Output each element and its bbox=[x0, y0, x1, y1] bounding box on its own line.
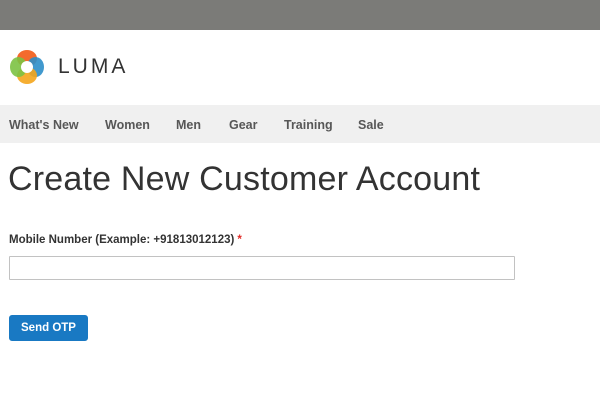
top-bar bbox=[0, 0, 600, 30]
main-nav: What's New Women Men Gear Training Sale bbox=[0, 105, 600, 143]
logo-link[interactable]: LUMA bbox=[9, 49, 128, 85]
site-header: LUMA bbox=[0, 30, 600, 105]
mobile-number-input[interactable] bbox=[9, 256, 515, 280]
logo-text: LUMA bbox=[58, 55, 129, 78]
mobile-number-label: Mobile Number (Example: +91813012123) * bbox=[9, 234, 242, 246]
nav-item-men[interactable]: Men bbox=[176, 118, 201, 132]
nav-item-whats-new[interactable]: What's New bbox=[9, 118, 79, 132]
luma-logo-icon bbox=[10, 50, 44, 84]
nav-item-women[interactable]: Women bbox=[105, 118, 150, 132]
nav-item-sale[interactable]: Sale bbox=[358, 118, 384, 132]
required-asterisk: * bbox=[237, 234, 242, 246]
nav-item-training[interactable]: Training bbox=[284, 118, 333, 132]
mobile-number-label-text: Mobile Number (Example: +91813012123) bbox=[9, 234, 235, 246]
nav-item-gear[interactable]: Gear bbox=[229, 118, 258, 132]
page-title: Create New Customer Account bbox=[8, 160, 481, 198]
send-otp-button[interactable]: Send OTP bbox=[9, 315, 88, 341]
